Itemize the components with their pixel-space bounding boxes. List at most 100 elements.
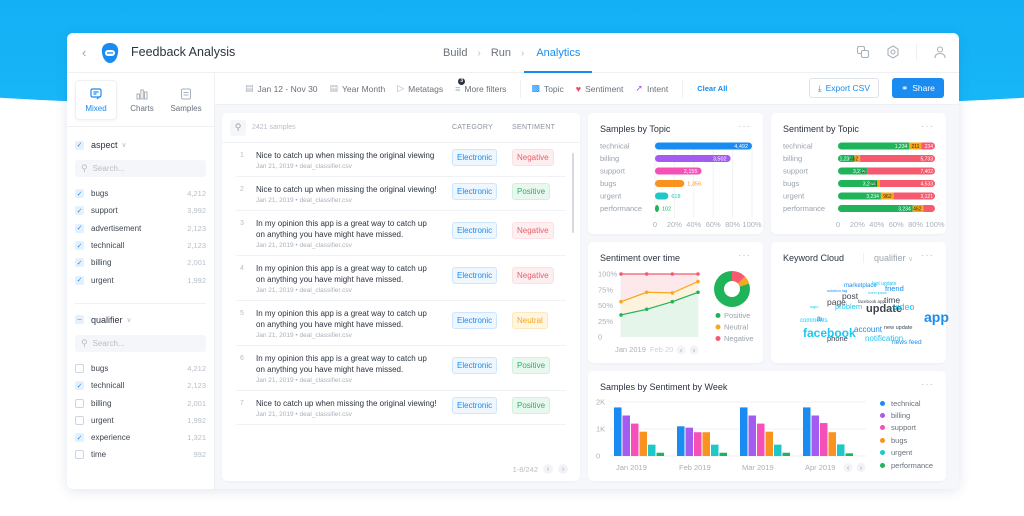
checkbox-aspect[interactable]: ✓ [75,140,84,150]
granularity-filter[interactable]: ▤ Year Month [330,83,386,94]
breadcrumb-build[interactable]: Build [443,47,467,59]
sentiment-filter[interactable]: ♥ Sentiment [576,84,624,94]
bar-urgent[interactable] [837,444,845,456]
checkbox[interactable] [75,398,84,408]
data-point[interactable] [644,307,649,312]
checkbox[interactable]: ✓ [75,258,84,268]
bar-bugs[interactable] [639,431,648,456]
checkbox[interactable]: ✓ [75,381,84,391]
sentiment-tag[interactable]: Negative [512,149,554,166]
sample-row[interactable]: 2 Nice to catch up when missing the origi… [236,177,566,211]
bar-support[interactable] [694,432,702,456]
bar[interactable] [655,205,659,212]
filter-option-urgent[interactable]: urgent 1,992 [75,412,206,429]
topic-filter[interactable]: ▩ Topic [531,83,563,94]
filter-option-time[interactable]: time 992 [75,446,206,463]
filter-option-urgent[interactable]: ✓ urgent 1,992 [75,271,206,288]
sentiment-tag[interactable]: Negative [512,222,554,239]
bar-bugs[interactable] [828,432,837,456]
bar-performance[interactable] [656,452,665,456]
date-range-filter[interactable]: ▤ Jan 12 - Nov 30 [245,83,318,94]
checkbox[interactable] [75,415,84,425]
bar-urgent[interactable] [648,444,656,456]
sentiment-tag[interactable]: Positive [512,397,551,414]
keyword[interactable]: fb [817,316,822,324]
breadcrumb-analytics[interactable]: Analytics [524,33,593,73]
bar-urgent[interactable] [711,444,719,456]
export-csv-button[interactable]: ⤓ Export CSV [808,78,879,98]
group-header-aspect[interactable]: ✓ aspect ∨ [75,137,206,153]
legend-item[interactable]: support [880,422,933,434]
bar-billing[interactable] [811,415,820,457]
qualifier-search-input[interactable]: ⚲ Search... [75,334,206,352]
column-header-sentiment[interactable]: SENTIMENT [512,124,555,131]
sentiment-tag[interactable]: Neutral [512,312,548,329]
column-header-category[interactable]: CATEGORY [452,124,493,131]
bar-billing[interactable] [685,427,694,456]
group-header-qualifier[interactable]: – qualifier ∨ [75,312,206,328]
legend-item[interactable]: bugs [880,434,933,446]
checkbox[interactable]: ✓ [75,189,84,199]
sample-row[interactable]: 6 In my opinion this app is a great way t… [236,346,566,391]
filter-option-experience[interactable]: ✓ experience 1,321 [75,429,206,446]
bar[interactable] [655,180,685,187]
bar-technical[interactable] [677,426,685,456]
filter-option-technicall[interactable]: ✓ technicall 2,123 [75,237,206,254]
sample-row[interactable]: 3 In my opinion this app is a great way t… [236,211,566,256]
checkbox[interactable]: ✓ [75,275,84,285]
sentiment-tag[interactable]: Negative [512,267,554,284]
prev-page-button[interactable]: ‹ [543,464,553,474]
stacked-bar[interactable] [838,142,935,150]
bar-urgent[interactable] [774,444,782,456]
tab-mixed[interactable]: Mixed [75,80,117,120]
data-point[interactable] [619,299,623,304]
chevron-down-icon[interactable]: ∨ [127,316,132,324]
bar-support[interactable] [631,423,639,456]
bar-performance[interactable] [782,452,791,456]
keyword[interactable]: comments [800,318,828,324]
checkbox[interactable]: ✓ [75,433,84,443]
bar-performance[interactable] [719,452,728,456]
clear-all-button[interactable]: Clear All [697,84,727,93]
bar[interactable] [655,192,669,200]
filter-option-bugs[interactable]: ✓ bugs 4,212 [75,185,206,202]
data-point[interactable] [670,272,675,276]
filter-option-support[interactable]: ✓ support 3,992 [75,202,206,219]
category-tag[interactable]: Electronic [452,312,498,329]
bar-bugs[interactable] [702,432,711,456]
bar-billing[interactable] [622,415,631,457]
category-tag[interactable]: Electronic [452,357,498,374]
bar-technical[interactable] [614,407,622,456]
keyword[interactable]: friend [885,285,904,293]
data-point[interactable] [670,291,675,295]
keyword[interactable]: new update [884,325,912,332]
category-tag[interactable]: Electronic [452,267,498,284]
intent-filter[interactable]: ➚ Intent [635,83,668,94]
sample-row[interactable]: 5 In my opinion this app is a great way t… [236,301,566,346]
chevron-down-icon[interactable]: ∨ [122,141,127,149]
bar-bugs[interactable] [765,431,774,456]
checkbox[interactable]: ✓ [75,206,84,216]
checkbox-qualifier[interactable]: – [75,315,84,325]
scrollbar[interactable] [572,153,574,233]
filter-option-billing[interactable]: ✓ billing 2,001 [75,254,206,271]
keyword[interactable]: phone [827,335,848,343]
sample-row[interactable]: 1 Nice to catch up when missing the origi… [236,143,566,177]
data-point[interactable] [696,279,700,284]
bar-support[interactable] [820,423,828,456]
category-tag[interactable]: Electronic [452,149,498,166]
settings-icon[interactable] [886,45,900,59]
filter-option-technicall[interactable]: ✓ technicall 2,123 [75,377,206,394]
category-tag[interactable]: Electronic [452,183,498,200]
tab-charts[interactable]: Charts [123,80,161,120]
keyword[interactable]: problem [835,303,862,311]
category-tag[interactable]: Electronic [452,222,498,239]
data-point[interactable] [670,299,675,304]
filter-option-bugs[interactable]: bugs 4,212 [75,360,206,377]
checkbox[interactable]: ✓ [75,223,84,233]
data-point[interactable] [619,272,623,276]
legend-item[interactable]: billing [880,409,933,421]
keyword[interactable]: news feed [892,339,922,347]
bar-performance[interactable] [845,453,854,456]
bar-billing[interactable] [748,415,757,457]
